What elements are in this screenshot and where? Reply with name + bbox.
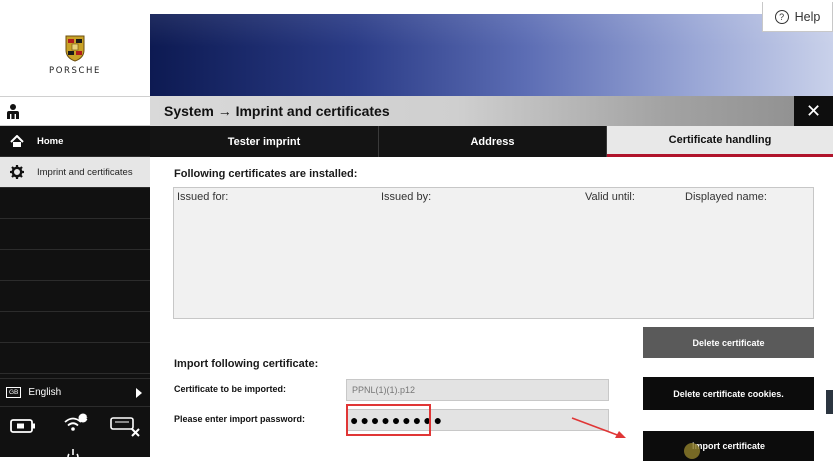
brand-logo: PORSCHE (0, 14, 150, 96)
status-bar: ! (0, 406, 150, 461)
sidebar-item-imprint-certificates[interactable]: Imprint and certificates (0, 157, 150, 188)
sidebar-item-label: Home (37, 135, 64, 147)
question-icon: ? (774, 9, 789, 24)
wifi-alert-badge: ! (86, 414, 89, 421)
gear-icon (8, 165, 26, 179)
certificate-handling-panel: Following certificates are installed: Is… (150, 157, 833, 461)
sidebar-empty-slot (0, 281, 150, 312)
tab-certificate-handling[interactable]: Certificate handling (607, 126, 833, 157)
porsche-crest-icon (65, 35, 85, 62)
scroll-handle[interactable] (826, 390, 833, 414)
close-button[interactable]: ✕ (794, 96, 833, 126)
import-certificate-button[interactable]: Import certificate (643, 431, 814, 461)
installed-certificates-heading: Following certificates are installed: (174, 168, 358, 180)
sidebar-item-home[interactable]: Home (0, 126, 150, 157)
user-icon (7, 104, 19, 119)
tab-tester-imprint[interactable]: Tester imprint (150, 126, 379, 157)
help-button[interactable]: ? Help (762, 2, 833, 32)
column-header-displayed-name: Displayed name: (685, 191, 767, 203)
home-icon (8, 135, 26, 147)
column-header-valid-until: Valid until: (585, 191, 635, 203)
certificates-table[interactable]: Issued for: Issued by: Valid until: Disp… (173, 187, 814, 319)
sidebar-empty-slot (0, 188, 150, 219)
battery-icon[interactable] (10, 419, 36, 433)
language-selector[interactable]: GB English (0, 378, 150, 406)
import-certificate-heading: Import following certificate: (174, 358, 319, 370)
chevron-right-icon (136, 388, 142, 398)
tab-address[interactable]: Address (379, 126, 607, 157)
sidebar-empty-slot (0, 312, 150, 343)
language-badge: GB (6, 387, 22, 398)
help-label: Help (794, 9, 821, 24)
user-profile-row[interactable] (0, 96, 150, 126)
page-title: System → Imprint and certificates (150, 96, 833, 126)
brand-wordmark: PORSCHE (48, 66, 101, 76)
power-icon[interactable] (66, 449, 80, 461)
language-label: English (28, 387, 62, 398)
header-banner (150, 14, 833, 96)
delete-certificate-button[interactable]: Delete certificate (643, 327, 814, 358)
certificate-file-input[interactable]: PPNL(1)(1).p12 (346, 379, 609, 401)
column-header-issued-by: Issued by: (381, 191, 432, 203)
sidebar-empty-slot (0, 343, 150, 374)
tab-bar: Tester imprint Address Certificate handl… (150, 126, 833, 157)
sidebar-empty-slot (0, 250, 150, 281)
column-header-issued-for: Issued for: (177, 191, 229, 203)
password-highlight-box (346, 404, 431, 436)
vehicle-disconnected-icon[interactable] (110, 415, 142, 437)
sidebar-empty-slot (0, 219, 150, 250)
sidebar-item-label: Imprint and certificates (37, 166, 133, 178)
certificate-file-label: Certificate to be imported: (174, 384, 287, 394)
import-password-label: Please enter import password: (174, 414, 306, 424)
delete-certificate-cookies-button[interactable]: Delete certificate cookies. (643, 377, 814, 410)
